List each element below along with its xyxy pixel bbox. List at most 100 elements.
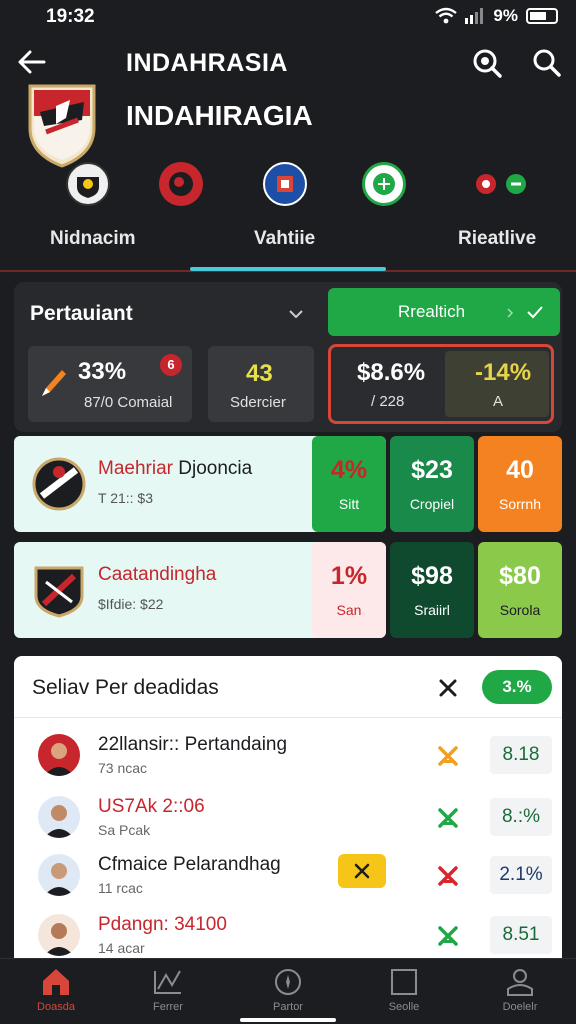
nav-home[interactable]: Doasda (6, 967, 106, 1013)
stat-3-sub: / 228 (371, 393, 405, 410)
match-1-title-dark: Djooncia (178, 458, 253, 479)
eagle-crest-icon (77, 177, 99, 198)
stat-box-2[interactable]: 43 Sdercier (208, 346, 314, 422)
row-odd[interactable]: 8.:% (490, 798, 552, 836)
stats-panel: Pertauiant Rrealtich 33% 87/0 Comaial 6 … (14, 282, 562, 432)
status-bar: 19:32 9% (0, 0, 576, 34)
list-item[interactable]: 22llansir:: Pertandaing 73 ncac 8.18 (14, 726, 562, 786)
close-icon[interactable] (436, 676, 460, 700)
home-indicator (240, 1018, 336, 1022)
nav-seolle-label: Seolle (388, 1001, 420, 1013)
signal-icon (465, 8, 484, 24)
match-1-odd-1[interactable]: 4% Sitt (312, 436, 386, 532)
double-crest-icon (476, 174, 526, 194)
home-icon (43, 969, 69, 995)
row-sub: Sa Pcak (98, 822, 151, 838)
team-name: INDAHIRAGIA (126, 100, 313, 131)
player-avatar (38, 734, 80, 776)
battery-percent: 9% (493, 6, 518, 25)
list-item[interactable]: Pdangn: 34100 14 acar 8.51 (14, 906, 562, 958)
nav-seolle[interactable]: Seolle (354, 967, 454, 1013)
list-item[interactable]: Cfmaice Pelarandhag 11 rcac 2.1% (14, 846, 562, 906)
match-1-sub: T 21:: $3 (98, 490, 154, 506)
stat-2-sub: Sdercier (230, 394, 286, 411)
stat-1-badge: 6 (160, 354, 182, 376)
player-avatar (38, 796, 80, 838)
stat-box-1[interactable]: 33% 87/0 Comaial 6 (28, 346, 192, 422)
scan-search-icon[interactable] (470, 46, 504, 80)
wifi-icon (435, 7, 458, 24)
match-2-odd-2[interactable]: $98 Sraiirl (390, 542, 474, 638)
row-sub: 11 rcac (98, 880, 143, 896)
nav-home-label: Doasda (37, 1001, 75, 1013)
match-1-odd-3-label: Sorrnh (498, 496, 542, 512)
chart-icon (154, 970, 181, 994)
match-2-odd-3[interactable]: $80 Sorola (478, 542, 562, 638)
search-icon[interactable] (530, 46, 564, 80)
stat-1-value: 33% (78, 358, 127, 385)
status-indicators: 9% (435, 6, 558, 26)
check-chevron-icon (507, 306, 543, 319)
match-2-odd-1[interactable]: 1% San (312, 542, 386, 638)
stat-3-value2: -14% (475, 359, 532, 386)
nav-partor[interactable]: Partor (238, 967, 338, 1013)
match-1-odd-3-value: 40 (506, 456, 534, 484)
cross-swords-icon (438, 866, 458, 886)
list-item[interactable]: US7Ak 2::06 Sa Pcak 8.:% (14, 788, 562, 848)
tab-nidnacim[interactable]: Nidnacim (50, 228, 136, 250)
match-1-odd-3[interactable]: 40 Sorrnh (478, 436, 562, 532)
bottom-nav: Doasda Ferrer Partor Seolle Doelelr (0, 958, 576, 1024)
club-logo-1[interactable] (66, 162, 110, 206)
match-1-odd-1-label: Sitt (338, 496, 360, 512)
club-logo-5[interactable] (470, 162, 534, 206)
list-header: Seliav Per deadidas 3.% (14, 656, 562, 718)
realtime-button[interactable]: Rrealtich (328, 288, 560, 336)
status-time: 19:32 (46, 6, 95, 27)
player-avatar (38, 914, 80, 956)
row-sub: 73 ncac (98, 760, 148, 776)
cross-swords-icon (438, 808, 458, 828)
profile-icon (507, 969, 533, 996)
row-odd[interactable]: 2.1% (490, 856, 552, 894)
shield-crest-icon (277, 176, 293, 192)
tab-bar: Nidnacim Vahtiie Rieatlive (0, 218, 576, 272)
club-logo-3[interactable] (263, 162, 307, 206)
page-title: INDAHRASIA (126, 49, 288, 77)
match-2-odd-3-value: $80 (499, 562, 541, 590)
square-icon (391, 969, 417, 995)
match-2-odd-1-label: San (336, 602, 362, 618)
chevron-down-icon[interactable] (286, 304, 306, 324)
match-1-odd-2-value: $23 (411, 456, 453, 484)
match-2-crest-icon (34, 566, 84, 618)
team-crest-logo (28, 84, 96, 168)
row-title: Cfmaice Pelarandhag (98, 854, 281, 875)
row-title: 22llansir:: Pertandaing (98, 734, 288, 755)
nav-ferrer[interactable]: Ferrer (118, 967, 218, 1013)
bird-crest-icon (169, 172, 193, 196)
row-odd[interactable]: 8.18 (490, 736, 552, 774)
match-1-title-red: Maehriar (98, 458, 173, 479)
stat-box-highlight[interactable]: $8.6% / 228 -14% A (328, 344, 554, 424)
pencil-icon (42, 370, 66, 396)
row-odd[interactable]: 8.51 (490, 916, 552, 954)
tab-vahtiie[interactable]: Vahtiie (254, 228, 315, 250)
swap-icon (354, 863, 370, 879)
stat-3-sub2: A (493, 393, 504, 410)
nav-doelelr[interactable]: Doelelr (470, 967, 570, 1013)
club-logo-4[interactable] (362, 162, 406, 206)
tab-active-indicator (190, 267, 386, 271)
match-1-odd-2-label: Cropiel (409, 496, 455, 512)
back-arrow-icon[interactable] (14, 44, 50, 80)
leaf-crest-icon (373, 173, 395, 195)
club-logo-2[interactable] (159, 162, 203, 206)
match-1-title: Maehriar Djooncia (98, 458, 252, 480)
match-1-odd-2[interactable]: $23 Cropiel (390, 436, 474, 532)
swap-button[interactable] (338, 854, 386, 888)
cross-swords-icon (438, 926, 458, 946)
match-2-odd-2-label: Sraiirl (414, 602, 450, 618)
list-badge[interactable]: 3.% (482, 670, 552, 704)
tab-rieatlive[interactable]: Rieatlive (458, 228, 536, 250)
stat-1-sub: 87/0 Comaial (84, 394, 173, 411)
team-logo-row (0, 158, 576, 214)
match-2-odd-1-value: 1% (330, 562, 368, 590)
